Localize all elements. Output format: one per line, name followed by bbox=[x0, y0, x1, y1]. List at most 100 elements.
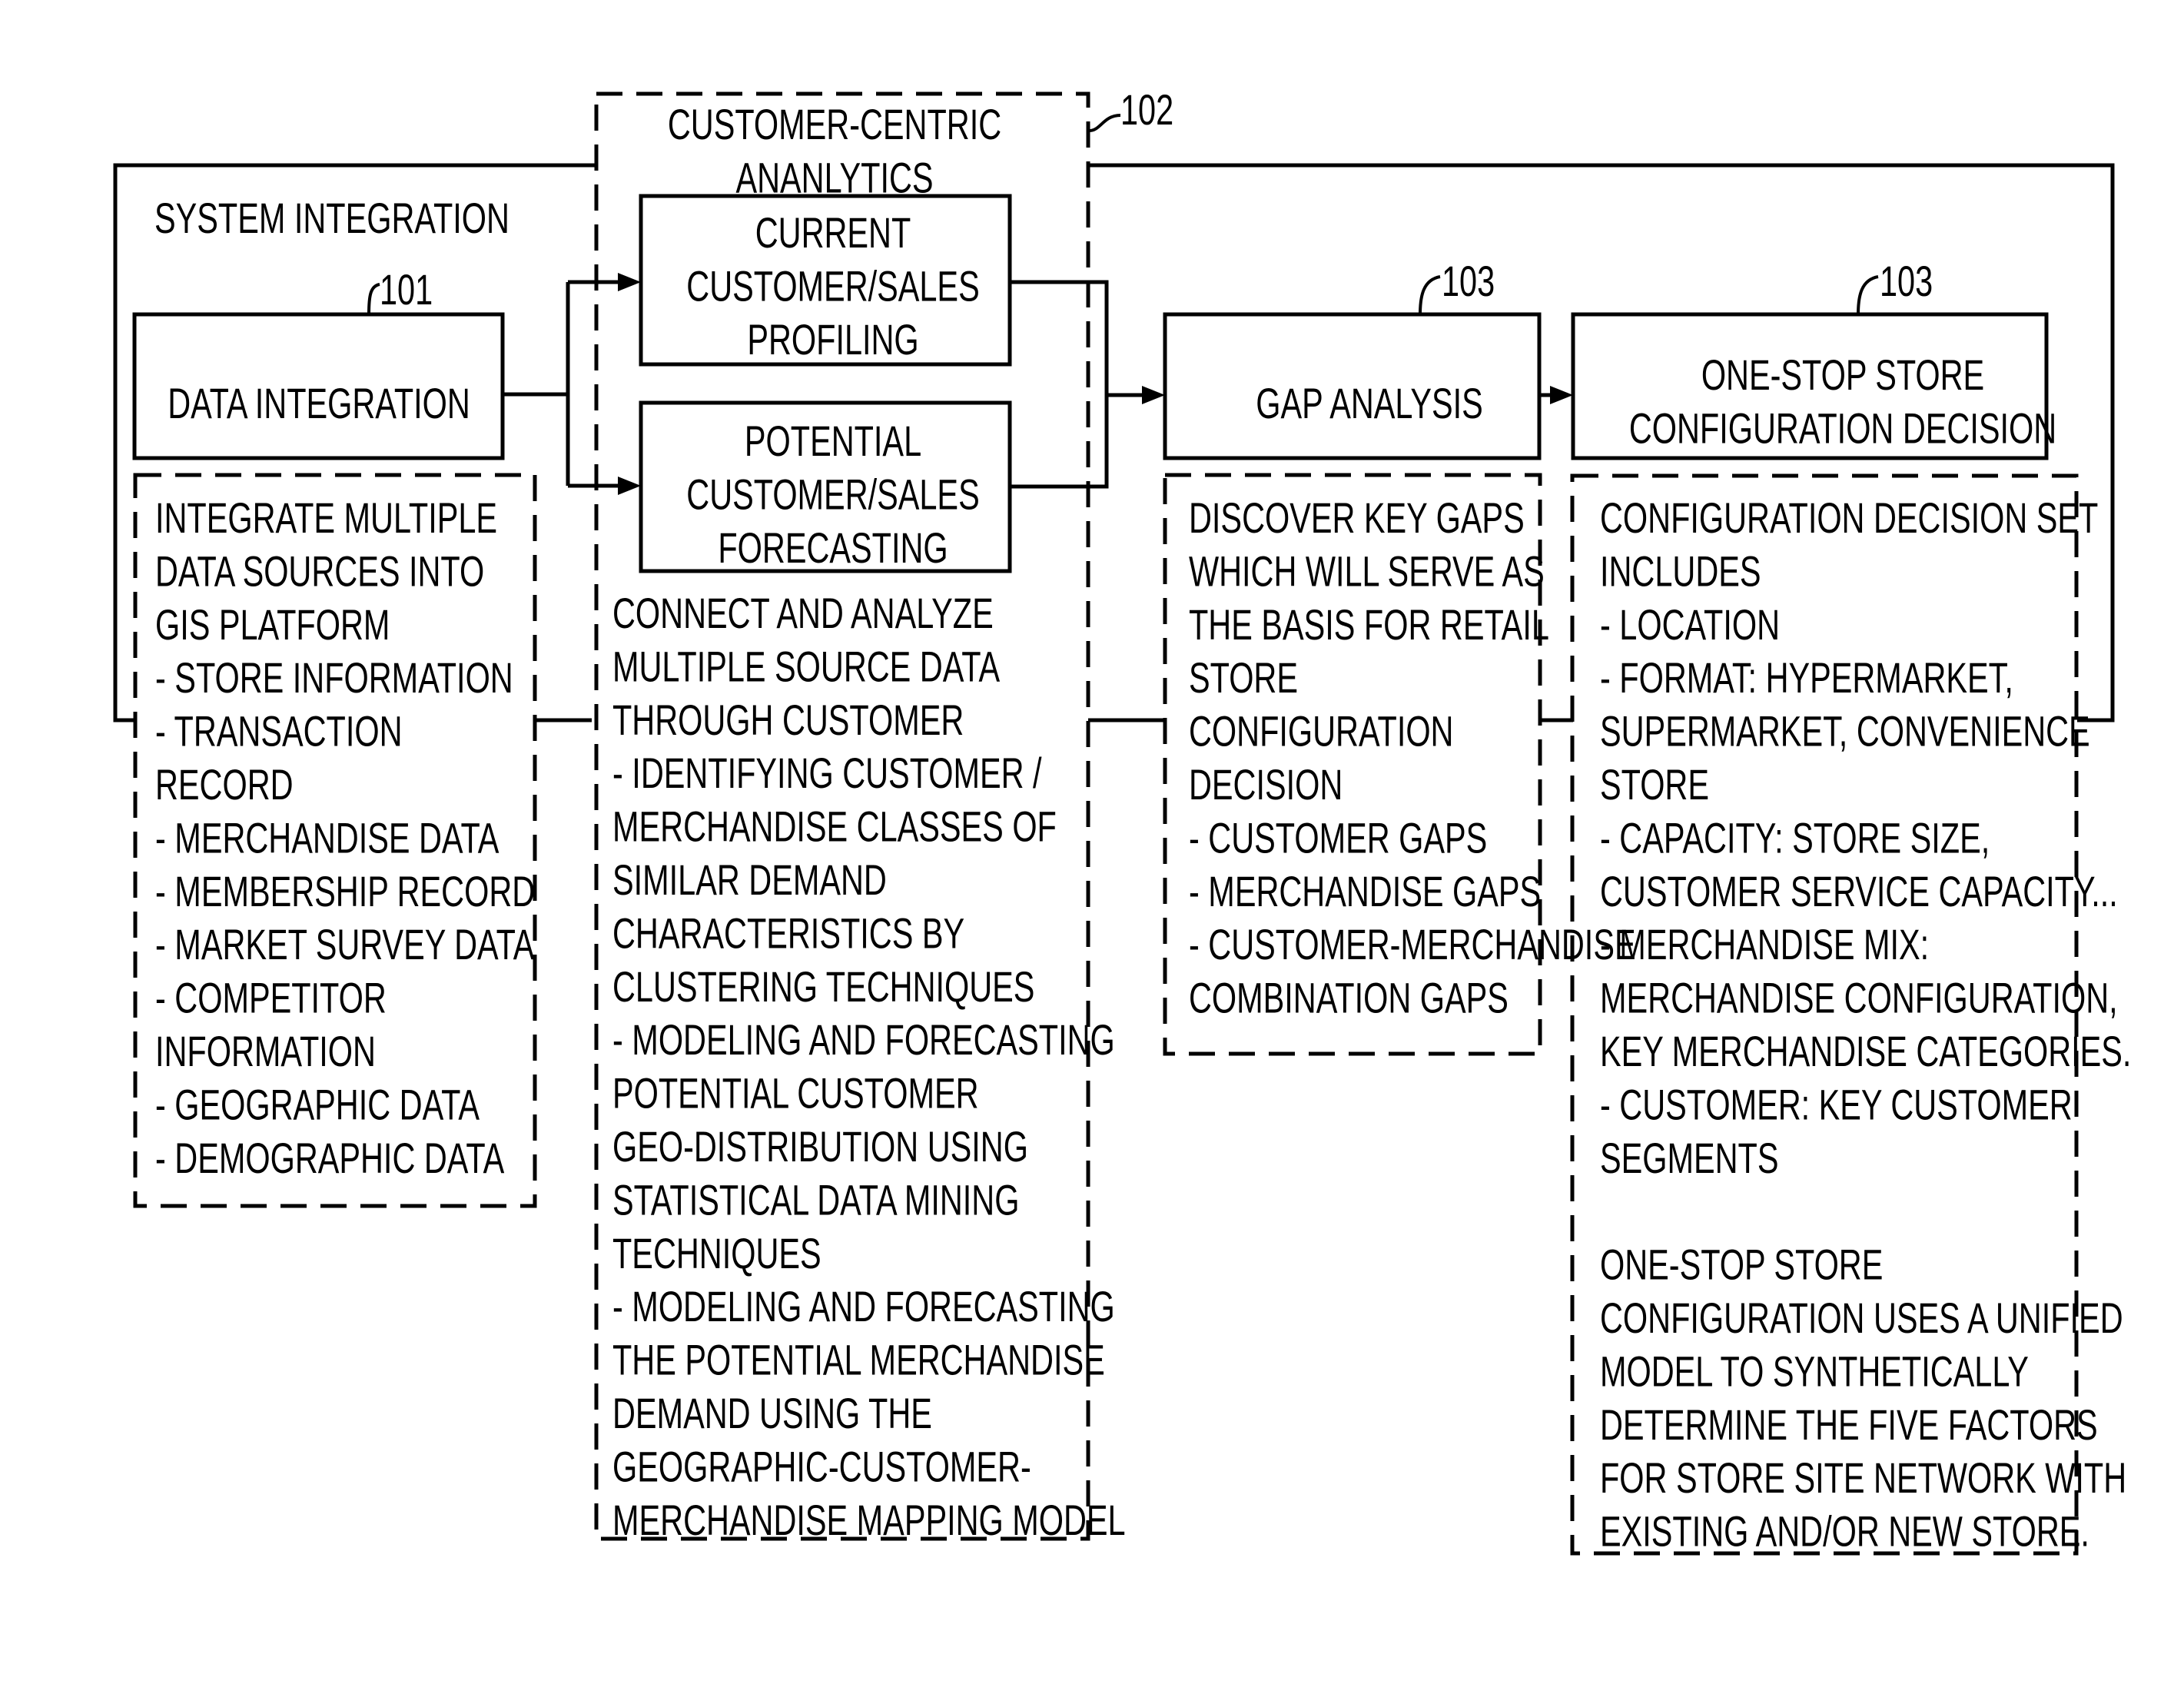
customer-centric-detail-line: TECHNIQUES bbox=[612, 1230, 821, 1278]
ref-103-one-stop-leader bbox=[1857, 275, 1879, 315]
one-stop-store-detail-line-group: FOR STORE SITE NETWORK WITH bbox=[1600, 1454, 2126, 1503]
customer-centric-detail-line-group: MERCHANDISE MAPPING MODEL bbox=[612, 1496, 1126, 1545]
customer-centric-detail-line: MULTIPLE SOURCE DATA bbox=[612, 643, 1000, 691]
potential-box-label: POTENTIAL bbox=[745, 417, 921, 466]
customer-centric-detail-line: CONNECT AND ANALYZE bbox=[612, 590, 994, 638]
data-integration-detail-line: INFORMATION bbox=[155, 1028, 376, 1076]
one-stop-store-detail-line-group: - MERCHANDISE MIX: bbox=[1600, 921, 1929, 969]
customer-centric-detail-line-group: CLUSTERING TECHNIQUES bbox=[612, 963, 1034, 1011]
one-stop-store-detail-line-group: MERCHANDISE CONFIGURATION, bbox=[1600, 975, 2118, 1023]
system-integration-label-group: SYSTEM INTEGRATION bbox=[154, 194, 509, 243]
gap-analysis-detail-line: CONFIGURATION bbox=[1189, 708, 1453, 756]
data-integration-title-group: DATA INTEGRATION bbox=[168, 380, 470, 428]
ref-103-gap-label-group: 103 bbox=[1442, 257, 1495, 306]
arrowhead-to-current bbox=[618, 273, 641, 291]
one-stop-store-title-group: CONFIGURATION DECISION bbox=[1629, 404, 2056, 453]
customer-centric-detail-line-group: GEO-DISTRIBUTION USING bbox=[612, 1123, 1028, 1171]
one-stop-store-detail-line: FOR STORE SITE NETWORK WITH bbox=[1600, 1454, 2126, 1503]
current-box-label: CUSTOMER/SALES bbox=[686, 262, 979, 311]
one-stop-store-detail-line: CONFIGURATION USES A UNIFIED bbox=[1600, 1294, 2123, 1343]
gap-analysis-detail-line-group: COMBINATION GAPS bbox=[1189, 975, 1509, 1023]
customer-centric-title-group: CUSTOMER-CENTRIC bbox=[668, 101, 1001, 149]
ref-102-label: 102 bbox=[1120, 86, 1173, 135]
customer-centric-detail-line: CLUSTERING TECHNIQUES bbox=[612, 963, 1034, 1011]
gap-analysis-detail-line: WHICH WILL SERVE AS bbox=[1189, 547, 1545, 596]
one-stop-store-detail-line-group: INCLUDES bbox=[1600, 547, 1761, 596]
data-integration-detail-line-group: - STORE INFORMATION bbox=[155, 654, 513, 703]
customer-centric-detail-line-group: MERCHANDISE CLASSES OF bbox=[612, 803, 1057, 852]
gap-analysis-detail-line-group: STORE bbox=[1189, 654, 1298, 703]
gap-analysis-detail-line-group: WHICH WILL SERVE AS bbox=[1189, 547, 1545, 596]
customer-centric-detail-line-group: MULTIPLE SOURCE DATA bbox=[612, 643, 1000, 691]
data-integration-detail-line: - GEOGRAPHIC DATA bbox=[155, 1081, 480, 1129]
customer-centric-title: ANANLYTICS bbox=[735, 154, 933, 202]
patent-flow-diagram: SYSTEM INTEGRATION 101 DATA INTEGRATION INT… bbox=[113, 86, 2131, 1556]
data-integration-detail-line: - DEMOGRAPHIC DATA bbox=[155, 1134, 504, 1183]
one-stop-store-detail-line: DETERMINE THE FIVE FACTORS bbox=[1600, 1401, 2098, 1450]
one-stop-store-detail-line: CONFIGURATION DECISION SET bbox=[1600, 494, 2098, 543]
one-stop-store-detail-line-group: CUSTOMER SERVICE CAPACITY... bbox=[1600, 868, 2118, 916]
gap-analysis-detail-line: DECISION bbox=[1189, 761, 1343, 809]
one-stop-store-detail-line-group: - CAPACITY: STORE SIZE, bbox=[1600, 814, 1990, 862]
ref-101-label: 101 bbox=[380, 266, 433, 314]
ref-101-leader bbox=[367, 283, 380, 315]
data-integration-detail-line-group: - MEMBERSHIP RECORD bbox=[155, 868, 535, 916]
ref-102-label-group: 102 bbox=[1120, 86, 1173, 135]
data-integration-detail-line-group: RECORD bbox=[155, 761, 294, 809]
customer-centric-title: CUSTOMER-CENTRIC bbox=[668, 101, 1001, 149]
customer-centric-detail-line-group: GEOGRAPHIC-CUSTOMER- bbox=[612, 1443, 1031, 1491]
one-stop-store-detail-line: CUSTOMER SERVICE CAPACITY... bbox=[1600, 868, 2118, 916]
gap-analysis-detail-line-group: - CUSTOMER-MERCHANDISE bbox=[1189, 921, 1636, 969]
customer-centric-detail-line-group: THE POTENTIAL MERCHANDISE bbox=[612, 1337, 1105, 1385]
gap-analysis-detail-line: - CUSTOMER-MERCHANDISE bbox=[1189, 921, 1636, 969]
one-stop-store-detail-line: - FORMAT: HYPERMARKET, bbox=[1600, 654, 2013, 703]
gap-analysis-detail-line-group: - CUSTOMER GAPS bbox=[1189, 814, 1487, 862]
one-stop-store-detail-line: KEY MERCHANDISE CATEGORIES. bbox=[1600, 1028, 2131, 1076]
potential-box-label: FORECASTING bbox=[718, 524, 948, 573]
one-stop-store-detail-line-group: SEGMENTS bbox=[1600, 1134, 1779, 1183]
gap-analysis-detail-line-group: CONFIGURATION bbox=[1189, 708, 1453, 756]
data-integration-detail-line: RECORD bbox=[155, 761, 294, 809]
arrowhead-to-potential bbox=[618, 477, 641, 495]
arrowhead-to-gap bbox=[1142, 386, 1165, 404]
customer-centric-detail-line-group: STATISTICAL DATA MINING bbox=[612, 1176, 1019, 1224]
customer-centric-title-group: ANANLYTICS bbox=[735, 154, 933, 202]
customer-centric-detail-line: MERCHANDISE MAPPING MODEL bbox=[612, 1496, 1126, 1545]
customer-centric-detail-line: POTENTIAL CUSTOMER bbox=[612, 1070, 979, 1118]
ref-102-leader bbox=[1089, 114, 1121, 132]
one-stop-store-detail-line: MODEL TO SYNTHETICALLY bbox=[1600, 1347, 2029, 1396]
data-integration-detail-line: DATA SOURCES INTO bbox=[155, 547, 484, 596]
one-stop-store-detail-line-group: CONFIGURATION DECISION SET bbox=[1600, 494, 2098, 543]
customer-centric-detail-line: THROUGH CUSTOMER bbox=[612, 696, 964, 745]
data-integration-detail-line-group: - GEOGRAPHIC DATA bbox=[155, 1081, 480, 1129]
one-stop-store-detail-line: - CUSTOMER: KEY CUSTOMER bbox=[1600, 1081, 2073, 1129]
one-stop-store-detail-line: SEGMENTS bbox=[1600, 1134, 1779, 1183]
gap-analysis-detail-line: - MERCHANDISE GAPS bbox=[1189, 868, 1541, 916]
one-stop-store-title: CONFIGURATION DECISION bbox=[1629, 404, 2056, 453]
ref-103-gap-leader bbox=[1419, 275, 1441, 315]
one-stop-store-detail-line: SUPERMARKET, CONVENIENCE bbox=[1600, 708, 2090, 756]
customer-centric-detail-line-group: TECHNIQUES bbox=[612, 1230, 821, 1278]
data-integration-detail-line-group: - MERCHANDISE DATA bbox=[155, 814, 499, 862]
gap-analysis-detail-line-group: DISCOVER KEY GAPS bbox=[1189, 494, 1525, 543]
data-integration-detail-line-group: DATA SOURCES INTO bbox=[155, 547, 484, 596]
customer-centric-detail-line: GEOGRAPHIC-CUSTOMER- bbox=[612, 1443, 1031, 1491]
customer-centric-detail-line: CHARACTERISTICS BY bbox=[612, 909, 964, 958]
customer-centric-detail-line: DEMAND USING THE bbox=[612, 1390, 932, 1438]
customer-centric-detail-line-group: SIMILAR DEMAND bbox=[612, 856, 887, 905]
customer-centric-detail-line-group: CONNECT AND ANALYZE bbox=[612, 590, 994, 638]
gap-analysis-detail-line: COMBINATION GAPS bbox=[1189, 975, 1509, 1023]
current-box-label: CURRENT bbox=[755, 209, 911, 257]
text-layer: SYSTEM INTEGRATION 101 DATA INTEGRATION INT… bbox=[154, 86, 2131, 1556]
one-stop-store-title: ONE-STOP STORE bbox=[1701, 351, 1984, 400]
customer-centric-detail-line: THE POTENTIAL MERCHANDISE bbox=[612, 1337, 1105, 1385]
potential-box-label-group: POTENTIAL bbox=[745, 417, 921, 466]
split-connector bbox=[503, 273, 641, 495]
customer-centric-detail-line: MERCHANDISE CLASSES OF bbox=[612, 803, 1057, 852]
customer-centric-detail-line: GEO-DISTRIBUTION USING bbox=[612, 1123, 1028, 1171]
data-integration-detail-line: GIS PLATFORM bbox=[155, 601, 390, 649]
potential-box-label-group: CUSTOMER/SALES bbox=[686, 470, 979, 519]
merge-from-current bbox=[1010, 280, 1109, 489]
ref-103-one-stop-label-group: 103 bbox=[1880, 257, 1933, 306]
ref-101-label-group: 101 bbox=[380, 266, 433, 314]
